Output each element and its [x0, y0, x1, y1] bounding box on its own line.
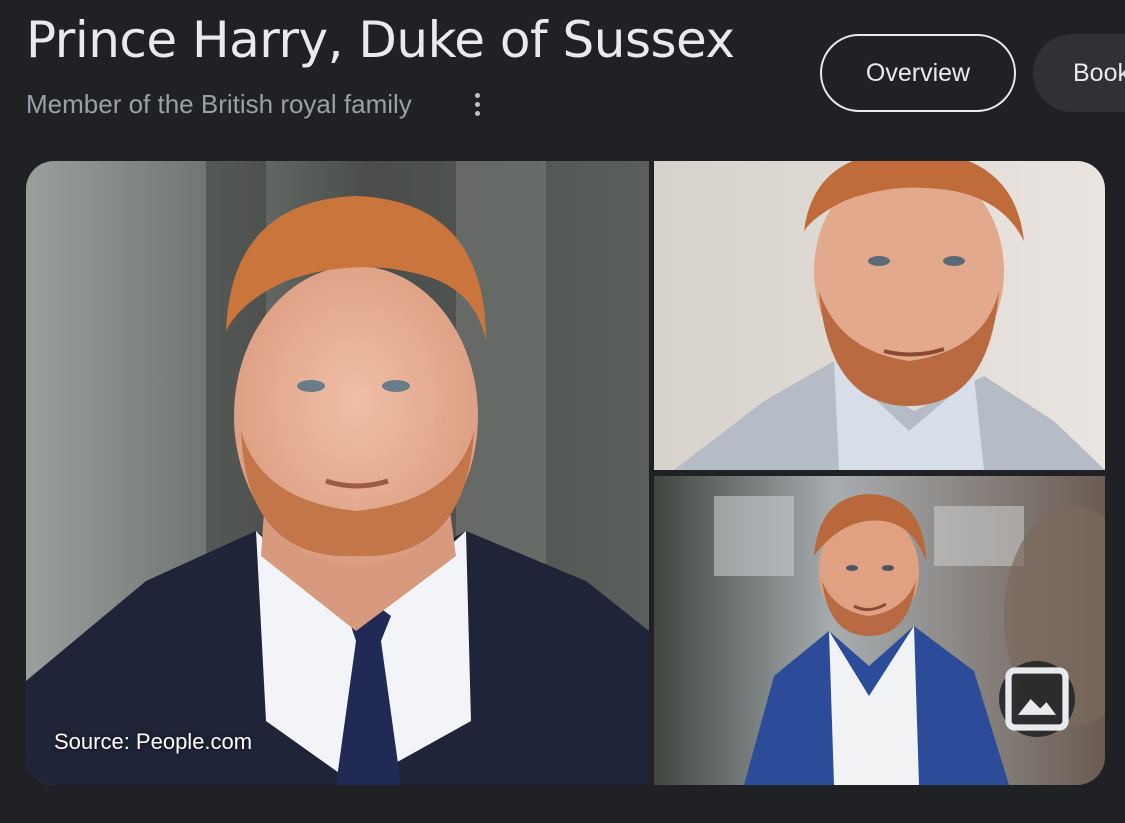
portrait-photo [654, 161, 1105, 470]
thumbnail-photo-1[interactable] [654, 161, 1105, 470]
image-gallery: Source: People.com [26, 161, 1105, 785]
image-icon [1005, 667, 1069, 731]
portrait-photo [26, 161, 649, 785]
more-images-button[interactable] [999, 661, 1075, 737]
more-options-icon[interactable] [462, 86, 492, 122]
entity-subtitle: Member of the British royal family [26, 89, 412, 119]
page-title: Prince Harry, Duke of Sussex [26, 11, 735, 69]
tab-overview[interactable]: Overview [820, 34, 1016, 112]
knowledge-panel: Prince Harry, Duke of Sussex Member of t… [0, 0, 1125, 823]
image-source-caption: Source: People.com [54, 729, 253, 754]
thumbnail-photo-2[interactable] [654, 476, 1105, 785]
main-photo[interactable]: Source: People.com [26, 161, 649, 785]
tab-books[interactable]: Books [1033, 34, 1125, 112]
portrait-photo [654, 476, 1105, 785]
